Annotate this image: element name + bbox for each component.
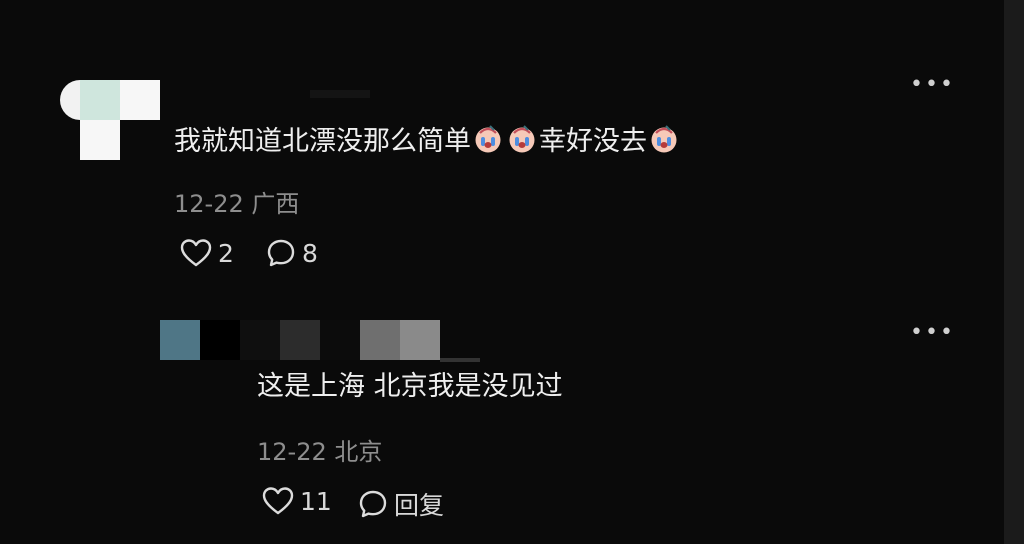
crying-face-emoji-icon — [651, 125, 677, 153]
speech-bubble-icon — [359, 490, 387, 518]
reply-date: 12-22 — [257, 438, 327, 466]
reply-text: 这是上海 北京我是没见过 — [257, 371, 563, 402]
reply-button[interactable]: 回复 — [358, 486, 444, 522]
comment-location: 广西 — [251, 190, 300, 218]
like-button[interactable]: 2 — [180, 238, 234, 268]
comment-thread: ••• 我就知道北漂没那么简单 幸好没去 12-22 广西 2 8 ••• 这是… — [0, 0, 1024, 544]
speech-bubble-icon — [267, 239, 295, 267]
heart-icon — [180, 239, 212, 267]
like-count: 2 — [218, 238, 234, 268]
like-button[interactable]: 11 — [262, 486, 332, 516]
reply-count-button[interactable]: 8 — [266, 238, 318, 268]
heart-icon — [262, 487, 294, 515]
reply-meta: 12-22 北京 — [257, 432, 382, 467]
reply-location: 北京 — [334, 438, 383, 466]
more-dots-icon[interactable]: ••• — [910, 322, 955, 344]
comment-text-part: 我就知道北漂没那么简单 — [174, 126, 471, 157]
reply-label: 回复 — [394, 491, 445, 520]
more-dots-icon[interactable]: ••• — [910, 74, 955, 96]
comment-text-part: 幸好没去 — [539, 126, 647, 157]
like-count: 11 — [300, 486, 332, 516]
comment-date: 12-22 — [174, 190, 244, 218]
scroll-edge — [1004, 0, 1024, 544]
reply-count: 8 — [302, 238, 318, 268]
crying-face-emoji-icon — [509, 125, 535, 153]
crying-face-emoji-icon — [475, 125, 501, 153]
comment-meta: 12-22 广西 — [174, 184, 299, 219]
comment-text: 我就知道北漂没那么简单 幸好没去 — [174, 124, 681, 159]
